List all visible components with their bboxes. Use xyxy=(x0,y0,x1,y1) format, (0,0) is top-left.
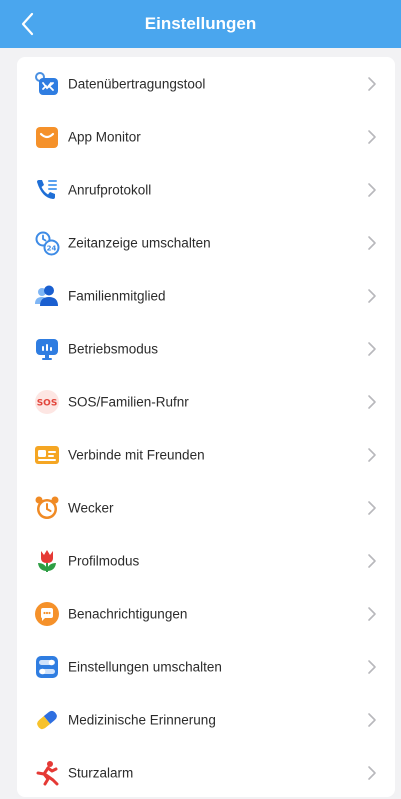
chevron-right-icon xyxy=(368,765,376,780)
settings-list: Datenübertragungstool App Monitor Anrufp… xyxy=(17,57,395,797)
chevron-right-icon xyxy=(368,447,376,462)
falling-person-icon xyxy=(34,760,60,786)
id-card-icon xyxy=(34,442,60,468)
clock-24-icon: 24 xyxy=(34,230,60,256)
page-title: Einstellungen xyxy=(144,14,257,33)
menu-item-label: SOS/Familien-Rufnr xyxy=(68,394,189,409)
menu-item-profile-mode[interactable]: Profilmodus xyxy=(17,534,395,587)
menu-item-label: Anrufprotokoll xyxy=(68,182,152,197)
menu-item-toggle-settings[interactable]: Einstellungen umschalten xyxy=(17,640,395,693)
menu-item-label: App Monitor xyxy=(68,129,141,144)
chevron-right-icon xyxy=(368,235,376,250)
menu-item-label: Medizinische Erinnerung xyxy=(68,712,216,727)
toggle-switch-icon xyxy=(34,654,60,680)
menu-item-alarm[interactable]: Wecker xyxy=(17,481,395,534)
top-app-bar: Einstellungen xyxy=(0,0,401,48)
menu-item-app-monitor[interactable]: App Monitor xyxy=(17,110,395,163)
chevron-right-icon xyxy=(368,659,376,674)
menu-item-family-member[interactable]: Familienmitglied xyxy=(17,269,395,322)
menu-item-label: Profilmodus xyxy=(68,553,140,568)
menu-item-operation-mode[interactable]: Betriebsmodus xyxy=(17,322,395,375)
menu-item-time-format[interactable]: 24 Zeitanzeige umschalten xyxy=(17,216,395,269)
menu-item-label: Sturzalarm xyxy=(68,765,134,780)
chevron-right-icon xyxy=(368,288,376,303)
menu-item-fall-alarm[interactable]: Sturzalarm xyxy=(17,746,395,799)
bag-icon xyxy=(34,124,60,150)
svg-text:24: 24 xyxy=(47,244,57,252)
chevron-right-icon xyxy=(368,341,376,356)
menu-item-label: Benachrichtigungen xyxy=(68,606,188,621)
menu-item-call-log[interactable]: Anrufprotokoll xyxy=(17,163,395,216)
menu-item-label: Verbinde mit Freunden xyxy=(68,447,205,462)
menu-item-label: Datenübertragungstool xyxy=(68,76,206,91)
menu-item-data-transfer[interactable]: Datenübertragungstool xyxy=(17,57,395,110)
menu-item-sos-number[interactable]: SOS SOS/Familien-Rufnr xyxy=(17,375,395,428)
menu-item-label: Einstellungen umschalten xyxy=(68,659,222,674)
transfer-icon xyxy=(34,71,60,97)
phone-list-icon xyxy=(34,177,60,203)
chevron-right-icon xyxy=(368,182,376,197)
menu-item-label: Betriebsmodus xyxy=(68,341,159,356)
menu-item-label: Familienmitglied xyxy=(68,288,166,303)
menu-item-connect-friends[interactable]: Verbinde mit Freunden xyxy=(17,428,395,481)
svg-text:SOS: SOS xyxy=(37,398,58,408)
chevron-right-icon xyxy=(368,394,376,409)
chat-bubble-icon xyxy=(34,601,60,627)
menu-item-label: Wecker xyxy=(68,500,114,515)
tulip-icon xyxy=(34,548,60,574)
monitor-icon xyxy=(34,336,60,362)
sos-icon: SOS xyxy=(34,389,60,415)
chevron-right-icon xyxy=(368,553,376,568)
menu-item-notifications[interactable]: Benachrichtigungen xyxy=(17,587,395,640)
chevron-right-icon xyxy=(368,606,376,621)
people-icon xyxy=(34,283,60,309)
pill-icon xyxy=(34,707,60,733)
chevron-right-icon xyxy=(368,500,376,515)
chevron-right-icon xyxy=(368,129,376,144)
menu-item-label: Zeitanzeige umschalten xyxy=(68,235,211,250)
chevron-right-icon xyxy=(368,712,376,727)
alarm-clock-icon xyxy=(34,495,60,521)
menu-item-medication-reminder[interactable]: Medizinische Erinnerung xyxy=(17,693,395,746)
chevron-right-icon xyxy=(368,76,376,91)
